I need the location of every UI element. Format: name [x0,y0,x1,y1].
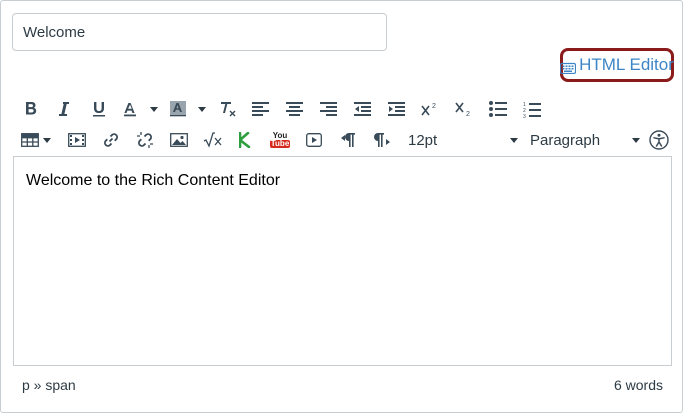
block-format-value: Paragraph [530,131,601,149]
svg-text:3: 3 [523,114,526,118]
outdent-button[interactable] [353,96,371,122]
italic-icon [59,102,69,116]
bulleted-list-button[interactable] [489,96,507,122]
text-color-button[interactable] [121,96,159,122]
youtube-icon: You Tube [269,131,291,148]
superscript-button[interactable]: 2 [421,96,439,122]
film-icon [68,133,86,147]
html-editor-label: HTML Editor [579,55,674,74]
paragraph-ltr-icon [341,133,355,147]
bold-icon [26,102,37,115]
accessibility-checker-button[interactable] [649,127,669,153]
align-right-icon [319,102,337,116]
youtube-button[interactable]: You Tube [269,127,291,153]
font-size-select[interactable]: 12pt [408,127,518,153]
block-format-select[interactable]: Paragraph [530,127,640,153]
bold-button[interactable] [23,96,39,122]
unlink-icon [137,132,153,148]
page-title-input[interactable] [12,13,387,51]
insert-link-button[interactable] [101,127,121,153]
align-left-icon [251,102,269,116]
link-icon [104,133,118,147]
rtl-direction-button[interactable] [372,127,392,153]
chevron-down-icon [198,106,206,112]
chevron-down-icon [632,138,640,143]
chevron-down-icon [43,137,51,143]
align-right-button[interactable] [319,96,337,122]
subscript-button[interactable]: 2 [455,96,473,122]
html-editor-link[interactable]: HTML Editor [560,48,674,82]
clear-formatting-button[interactable] [219,96,237,122]
word-count: 6 words [613,377,663,393]
image-icon [170,133,188,147]
numbered-list-button[interactable]: 123 [523,96,541,122]
subscript-icon: 2 [455,102,470,117]
background-color-button[interactable] [169,96,207,122]
insert-image-button[interactable] [169,127,189,153]
accessibility-icon [649,130,669,150]
italic-button[interactable] [56,96,72,122]
font-size-value: 12pt [408,131,438,149]
ltr-direction-button[interactable] [338,127,358,153]
rich-content-area[interactable]: Welcome to the Rich Content Editor [13,156,672,366]
outdent-icon [353,102,371,116]
kaltura-icon [239,132,251,148]
svg-text:2: 2 [466,111,470,117]
table-icon [21,133,39,147]
table-button[interactable] [21,127,51,153]
chevron-down-icon [510,138,518,143]
highlight-color-icon [170,101,186,117]
underline-button[interactable] [91,96,107,122]
toolbar-row-insert: You Tube 12pt Paragraph [13,127,672,153]
indent-icon [387,102,405,116]
content-paragraph[interactable]: Welcome to the Rich Content Editor [26,172,280,190]
toolbar-row-formatting: 2 2 123 [13,96,553,122]
play-icon [306,133,322,147]
chevron-down-icon [150,106,158,112]
paragraph-rtl-icon [374,133,390,147]
bulleted-list-icon [489,101,507,117]
square-root-icon [203,132,222,148]
numbered-list-icon: 123 [523,102,541,118]
kaltura-button[interactable] [238,127,252,153]
align-center-button[interactable] [285,96,303,122]
align-center-icon [285,102,303,116]
math-equation-button[interactable] [202,127,224,153]
clear-formatting-icon [221,102,236,117]
element-path[interactable]: p » span [22,377,76,393]
media-button[interactable] [67,127,87,153]
editor-frame: HTML Editor [0,0,683,413]
text-color-icon [124,103,136,117]
remove-link-button[interactable] [135,127,155,153]
video-button[interactable] [304,127,324,153]
keyboard-icon [560,59,577,75]
svg-text:2: 2 [432,103,436,110]
indent-button[interactable] [387,96,405,122]
underline-icon [93,102,105,117]
align-left-button[interactable] [251,96,269,122]
superscript-icon: 2 [421,103,436,116]
